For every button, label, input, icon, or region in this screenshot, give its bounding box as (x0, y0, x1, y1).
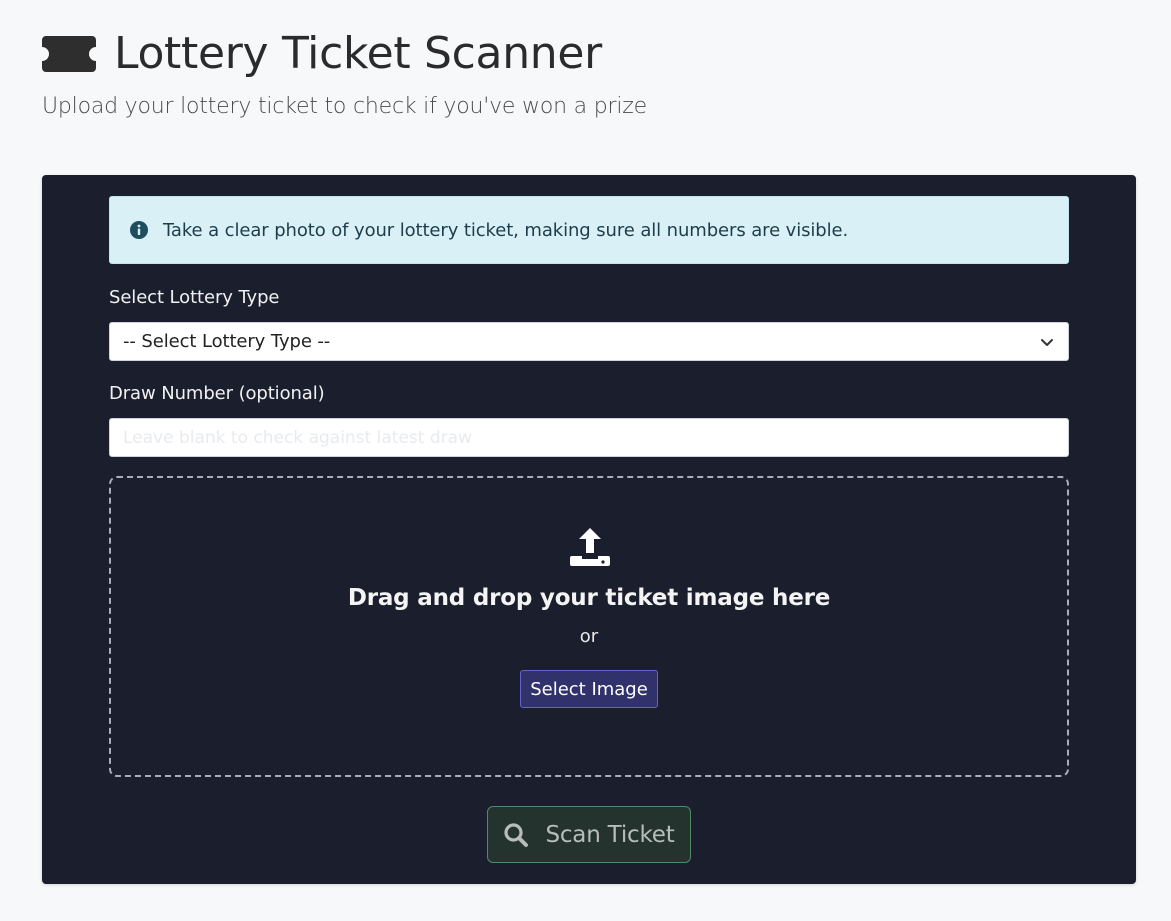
image-dropzone[interactable]: Drag and drop your ticket image here or … (109, 476, 1069, 777)
dropzone-or-text: or (579, 626, 599, 647)
title-row: Lottery Ticket Scanner (42, 30, 647, 78)
lottery-type-label: Select Lottery Type (109, 287, 280, 308)
lottery-type-selected-value: -- Select Lottery Type -- (123, 331, 331, 352)
info-alert: Take a clear photo of your lottery ticke… (109, 196, 1069, 264)
dropzone-title: Drag and drop your ticket image here (347, 585, 831, 611)
select-image-button[interactable]: Select Image (520, 670, 658, 708)
search-icon (503, 822, 529, 848)
alert-text: Take a clear photo of your lottery ticke… (163, 219, 849, 241)
lottery-type-select[interactable]: -- Select Lottery Type -- (109, 322, 1069, 361)
scan-ticket-label: Scan Ticket (545, 821, 675, 848)
chevron-down-icon (1039, 334, 1055, 350)
scanner-card: Take a clear photo of your lottery ticke… (42, 175, 1136, 884)
info-circle-icon (129, 220, 149, 240)
draw-number-label: Draw Number (optional) (109, 383, 325, 404)
page-header: Lottery Ticket Scanner Upload your lotte… (42, 30, 647, 119)
draw-number-field-wrapper (109, 418, 1069, 457)
upload-icon (570, 526, 610, 568)
draw-number-input[interactable] (123, 427, 1055, 448)
ticket-icon (42, 36, 96, 72)
scan-ticket-button[interactable]: Scan Ticket (487, 806, 691, 863)
page-title: Lottery Ticket Scanner (114, 28, 602, 79)
page-subtitle: Upload your lottery ticket to check if y… (42, 94, 647, 119)
